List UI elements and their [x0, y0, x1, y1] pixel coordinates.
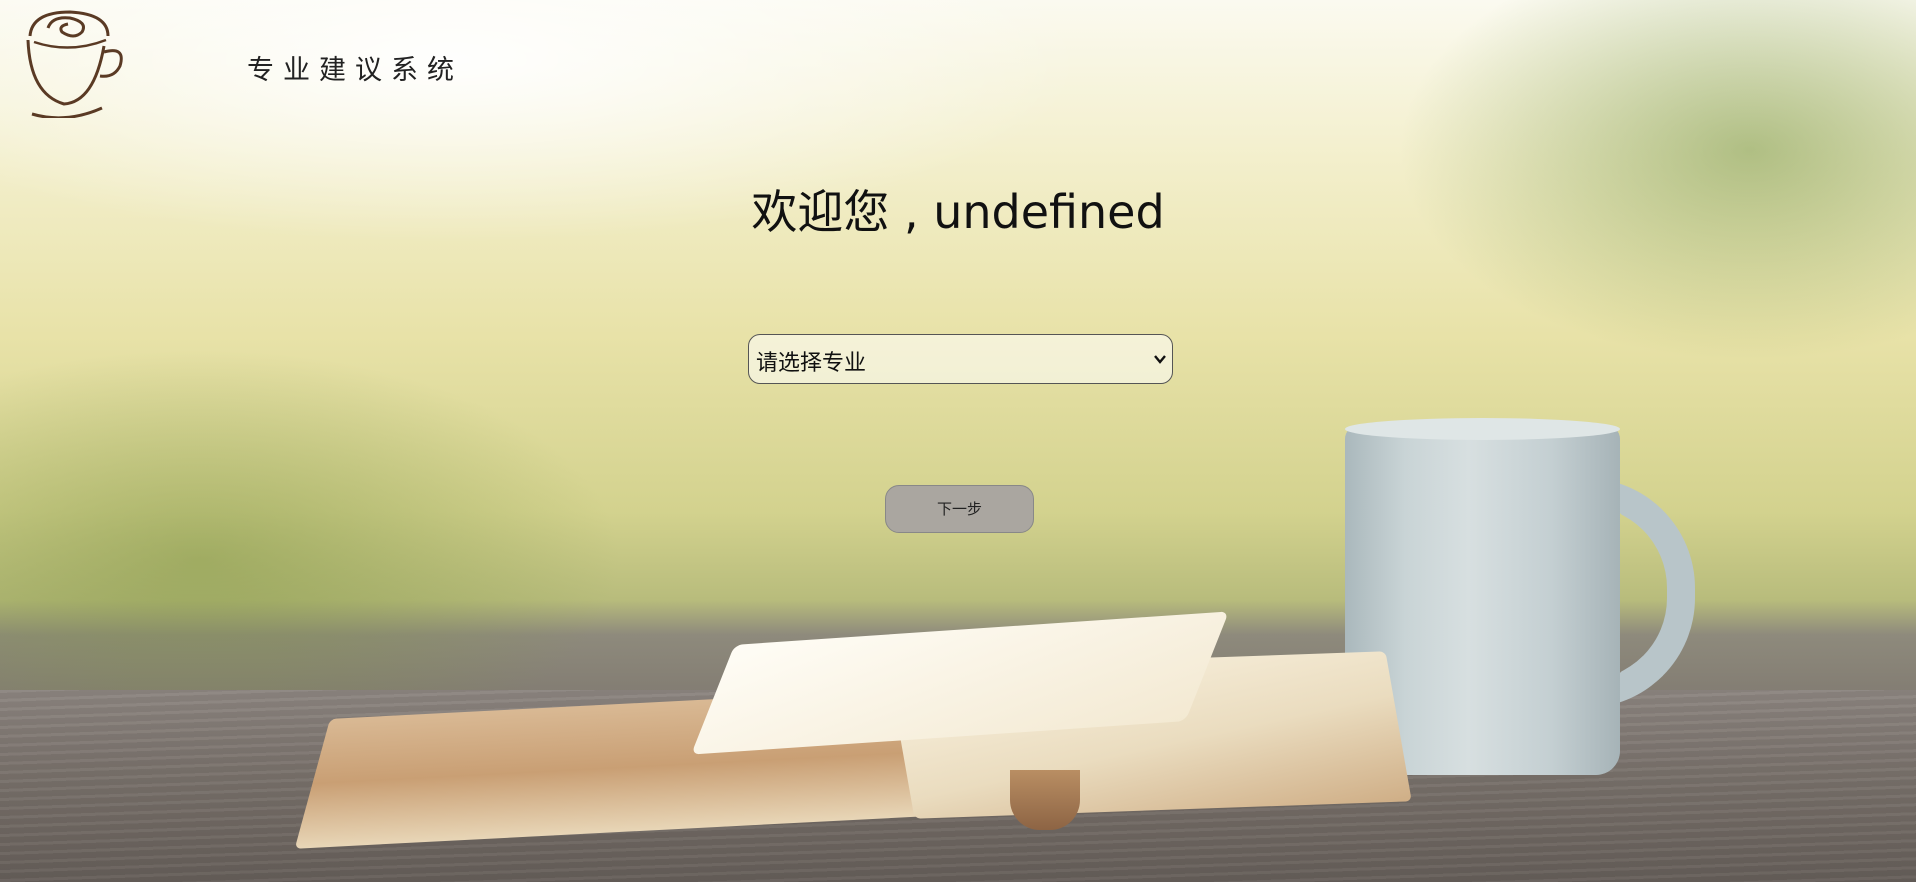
site-title: 专业建议系统: [247, 55, 463, 86]
welcome-heading: 欢迎您 , undefined: [751, 185, 1165, 239]
mug-rim: [1345, 418, 1620, 440]
coffee-cup-icon: [26, 10, 123, 118]
page-background: 专业建议系统 欢迎您 , undefined 请选择专业 下一步: [0, 0, 1916, 882]
next-button[interactable]: 下一步: [885, 485, 1034, 533]
major-select-value: 请选择专业: [756, 351, 867, 376]
book-spine: [1010, 770, 1080, 830]
chevron-down-icon: [1154, 355, 1166, 364]
major-select[interactable]: 请选择专业: [748, 334, 1173, 384]
